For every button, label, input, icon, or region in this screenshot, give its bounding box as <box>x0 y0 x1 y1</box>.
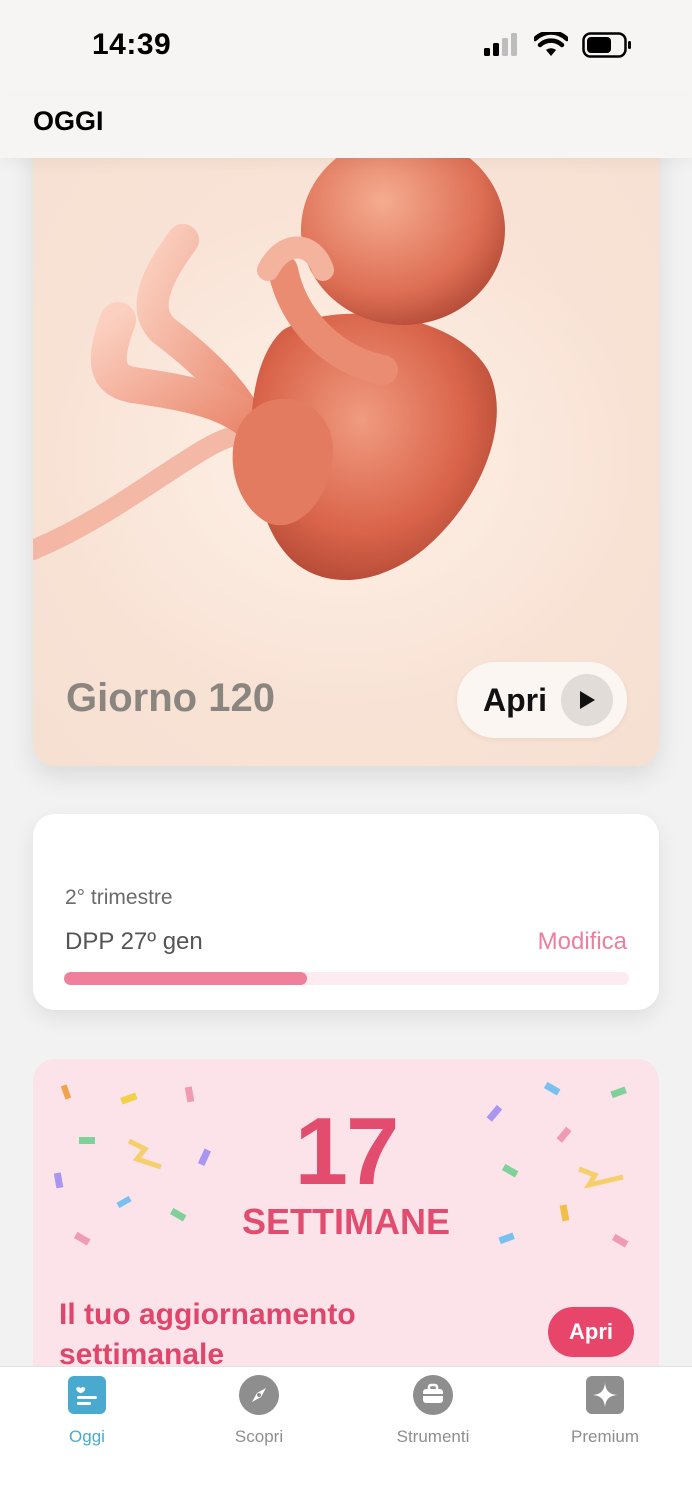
tab-bar: Oggi Scopri Strumenti Premium <box>0 1366 692 1501</box>
compass-icon <box>239 1375 279 1415</box>
pregnancy-progress-bar <box>64 972 629 985</box>
battery-icon <box>582 32 632 63</box>
tab-tools-label: Strumenti <box>396 1427 470 1446</box>
edit-due-date-link[interactable]: Modifica <box>538 928 627 956</box>
tab-discover-label: Scopri <box>234 1427 284 1446</box>
trimester-label: 2° trimestre <box>65 886 173 909</box>
status-icons <box>484 30 632 63</box>
star-icon <box>585 1375 625 1415</box>
pregnancy-progress-card: 2° trimestre DPP 27º gen Modifica <box>33 814 659 1010</box>
fetus-card[interactable]: Giorno 120 Apri <box>33 120 659 766</box>
wifi-icon <box>532 30 570 63</box>
status-bar: 14:39 <box>0 0 692 96</box>
tab-today-label: Oggi <box>69 1427 105 1446</box>
toolbox-icon <box>413 1375 453 1415</box>
tab-premium[interactable]: Premium <box>545 1375 665 1447</box>
tab-premium-label: Premium <box>570 1427 639 1446</box>
weekly-update-card[interactable]: 17 SETTIMANE Il tuo aggiornamento settim… <box>33 1059 659 1389</box>
pregnancy-progress-fill <box>64 972 307 985</box>
day-counter: Giorno 120 <box>66 676 275 720</box>
weekly-update-title: Il tuo aggiornamento settimanale <box>59 1298 356 1371</box>
tab-discover[interactable]: Scopri <box>199 1375 319 1447</box>
page-title: OGGI <box>33 106 104 136</box>
today-icon <box>67 1375 107 1415</box>
week-number: 17 <box>294 1098 400 1205</box>
signal-icon <box>484 33 520 62</box>
open-day-label: Apri <box>483 681 547 718</box>
open-weekly-update-button[interactable]: Apri <box>548 1307 634 1357</box>
due-date-label: DPP 27º gen <box>65 928 203 955</box>
play-icon <box>561 674 613 726</box>
header: OGGI <box>0 96 692 158</box>
tab-today[interactable]: Oggi <box>27 1375 147 1447</box>
open-day-button[interactable]: Apri <box>457 662 627 738</box>
week-unit-label: SETTIMANE <box>241 1201 450 1242</box>
status-time: 14:39 <box>92 28 172 61</box>
tab-tools[interactable]: Strumenti <box>373 1375 493 1447</box>
